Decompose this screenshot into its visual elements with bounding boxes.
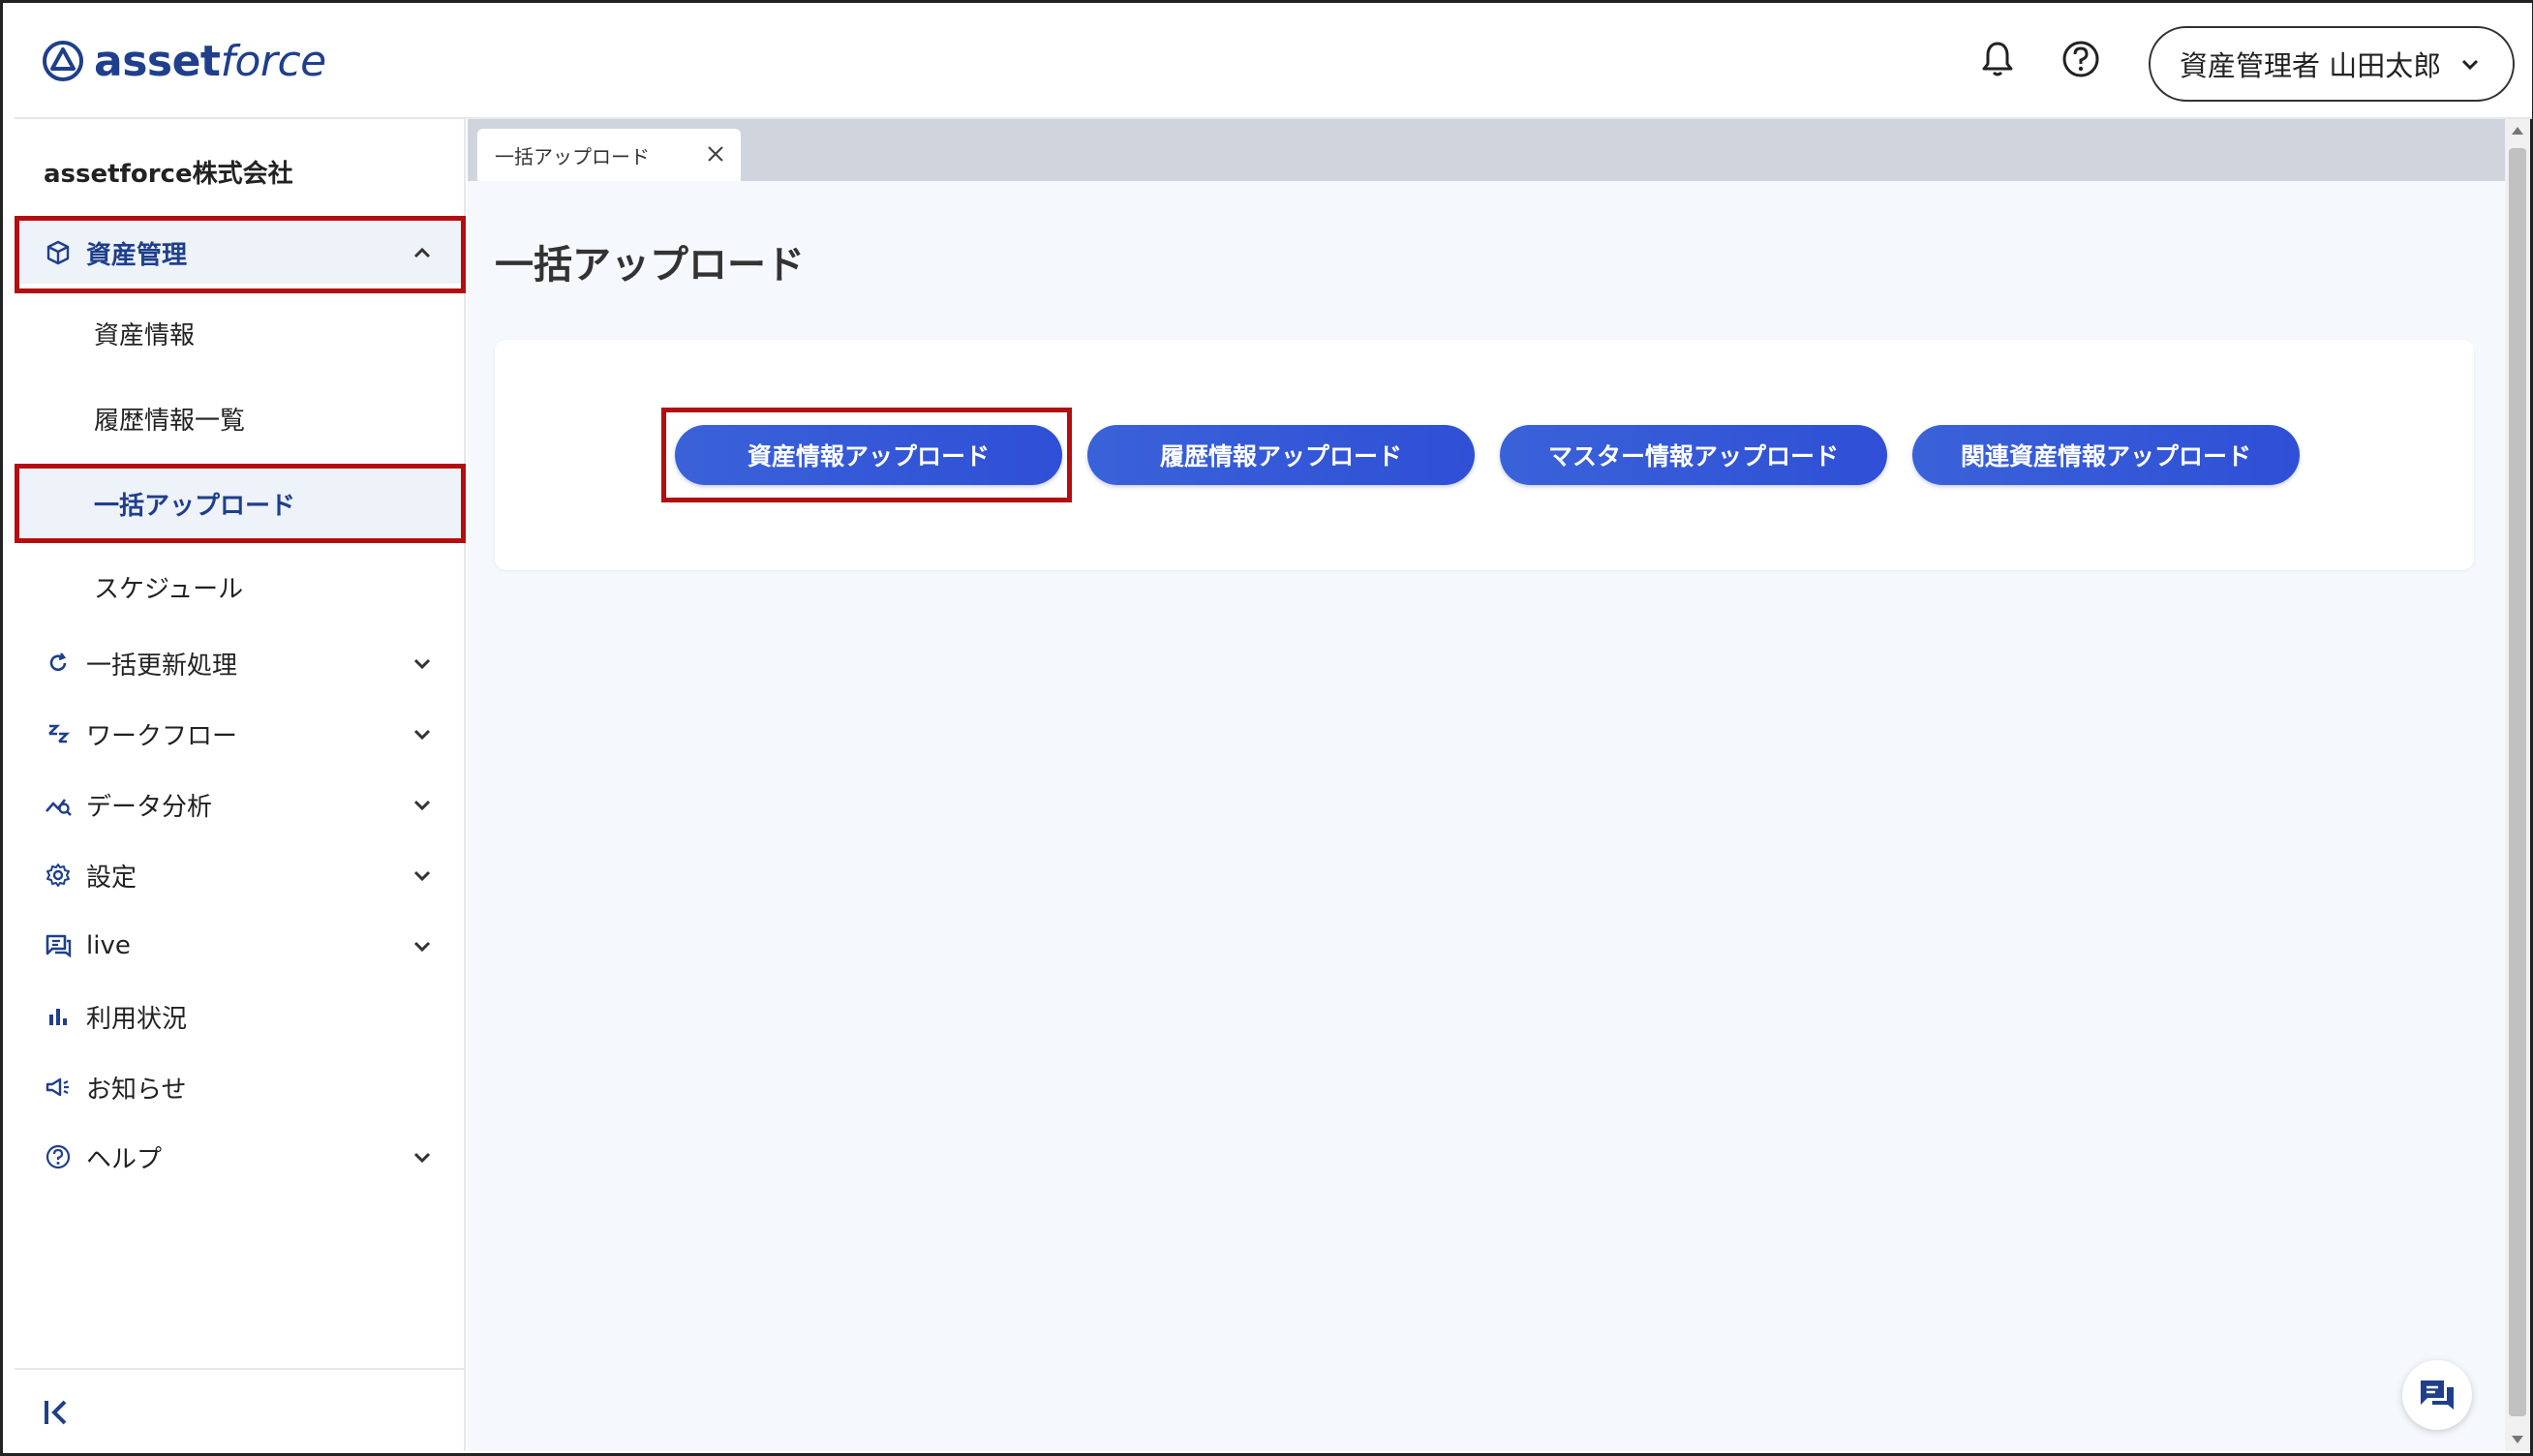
help-icon[interactable] xyxy=(2060,38,2102,80)
sidebar-item-label: データ分析 xyxy=(86,792,213,822)
asset-info-upload-button[interactable]: 資産情報アップロード xyxy=(675,425,1062,485)
close-icon[interactable] xyxy=(704,142,727,166)
vertical-scrollbar[interactable] xyxy=(2505,119,2530,1451)
sidebar-item-data-analysis[interactable]: データ分析 xyxy=(15,774,466,835)
sidebar-item-bulk-update[interactable]: 一括更新処理 xyxy=(15,632,466,694)
scroll-up-arrow-icon[interactable] xyxy=(2512,127,2523,135)
user-name: 資産管理者 山田太郎 xyxy=(2180,49,2442,82)
logo-text: assetforce xyxy=(94,37,326,86)
company-name: assetforce株式会社 xyxy=(44,160,293,189)
chevron-down-icon[interactable] xyxy=(408,719,437,748)
sidebar-item-label: お知らせ xyxy=(86,1075,187,1105)
analytics-icon xyxy=(44,790,73,819)
sidebar-subitem-label: スケジュール xyxy=(94,574,244,604)
sidebar-item-notices[interactable]: お知らせ xyxy=(15,1056,466,1118)
user-menu-button[interactable]: 資産管理者 山田太郎 xyxy=(2149,26,2515,102)
chevron-down-icon[interactable] xyxy=(408,1142,437,1171)
sidebar-item-usage[interactable]: 利用状況 xyxy=(15,986,466,1047)
sidebar-collapse-bar xyxy=(15,1368,466,1451)
sidebar-item-live[interactable]: live xyxy=(15,915,466,977)
sidebar-subitem-bulk-upload[interactable]: 一括アップロード xyxy=(15,470,466,537)
sidebar-item-label: 設定 xyxy=(86,863,137,893)
sidebar-item-label: ワークフロー xyxy=(86,721,238,751)
collapse-left-icon[interactable] xyxy=(42,1395,76,1430)
scroll-down-arrow-icon[interactable] xyxy=(2512,1436,2523,1443)
sidebar-item-label: 資産管理 xyxy=(86,240,188,270)
app-window: assetforce 資産管理者 山田太郎 assetforce株式会社 資産管… xyxy=(0,0,2533,1456)
sidebar: assetforce株式会社 資産管理 資産情報 履歴情報一覧 一括アップロード… xyxy=(15,119,466,1451)
history-info-upload-button[interactable]: 履歴情報アップロード xyxy=(1087,425,1475,485)
logo-text-asset: asset xyxy=(94,36,221,86)
sidebar-item-asset-management[interactable]: 資産管理 xyxy=(15,222,466,284)
megaphone-icon xyxy=(44,1073,73,1102)
sidebar-item-workflow[interactable]: ワークフロー xyxy=(15,703,466,765)
sidebar-item-label: ヘルプ xyxy=(86,1144,163,1174)
sidebar-subitem-asset-info[interactable]: 資産情報 xyxy=(15,299,466,367)
sidebar-subitem-history-list[interactable]: 履歴情報一覧 xyxy=(15,384,466,452)
workflow-icon xyxy=(44,719,73,748)
button-label: 履歴情報アップロード xyxy=(1159,442,1402,470)
chevron-down-icon[interactable] xyxy=(408,790,437,819)
sidebar-subitem-schedule[interactable]: スケジュール xyxy=(15,553,466,621)
scroll-thumb[interactable] xyxy=(2509,148,2526,1416)
app-logo[interactable]: assetforce xyxy=(42,32,326,90)
bell-icon[interactable] xyxy=(1976,38,2019,80)
main-content: 一括アップロード 一括アップロード 資産情報アップロード 履歴情報アップロード … xyxy=(468,119,2505,1451)
logo-icon xyxy=(43,41,83,81)
question-circle-icon xyxy=(44,1142,73,1171)
button-label: マスター情報アップロード xyxy=(1547,442,1839,470)
sidebar-item-help[interactable]: ヘルプ xyxy=(15,1126,466,1188)
sidebar-item-label: 利用状況 xyxy=(86,1004,188,1034)
refresh-icon xyxy=(44,649,73,678)
chat-support-button[interactable] xyxy=(2402,1360,2472,1430)
top-header: assetforce 資産管理者 山田太郎 xyxy=(15,3,2532,119)
tab-label: 一括アップロード xyxy=(495,144,650,168)
chevron-up-icon[interactable] xyxy=(408,238,437,267)
button-label: 資産情報アップロード xyxy=(747,442,990,470)
chat-icon xyxy=(44,931,73,960)
bar-chart-icon xyxy=(44,1002,73,1031)
tab-bulk-upload[interactable]: 一括アップロード xyxy=(477,129,741,181)
sidebar-subitem-label: 履歴情報一覧 xyxy=(94,406,246,436)
tab-bar: 一括アップロード xyxy=(468,119,2505,181)
chevron-down-icon[interactable] xyxy=(408,861,437,890)
logo-text-force: force xyxy=(220,36,326,86)
chat-bubble-icon xyxy=(2421,1380,2454,1410)
page-title: 一括アップロード xyxy=(495,243,805,288)
sidebar-subitem-label: 一括アップロード xyxy=(94,491,296,521)
chevron-down-icon[interactable] xyxy=(408,931,437,960)
gear-icon xyxy=(44,861,73,890)
chevron-down-icon[interactable] xyxy=(408,649,437,678)
chevron-down-icon xyxy=(2462,59,2479,71)
upload-options-card: 資産情報アップロード 履歴情報アップロード マスター情報アップロード 関連資産情… xyxy=(495,340,2474,570)
master-info-upload-button[interactable]: マスター情報アップロード xyxy=(1500,425,1887,485)
sidebar-item-label: 一括更新処理 xyxy=(86,651,238,681)
button-label: 関連資産情報アップロード xyxy=(1960,442,2251,470)
related-asset-info-upload-button[interactable]: 関連資産情報アップロード xyxy=(1912,425,2300,485)
box-icon xyxy=(44,238,73,267)
sidebar-item-label: live xyxy=(86,931,131,960)
sidebar-subitem-label: 資産情報 xyxy=(94,320,196,350)
sidebar-item-settings[interactable]: 設定 xyxy=(15,844,466,906)
